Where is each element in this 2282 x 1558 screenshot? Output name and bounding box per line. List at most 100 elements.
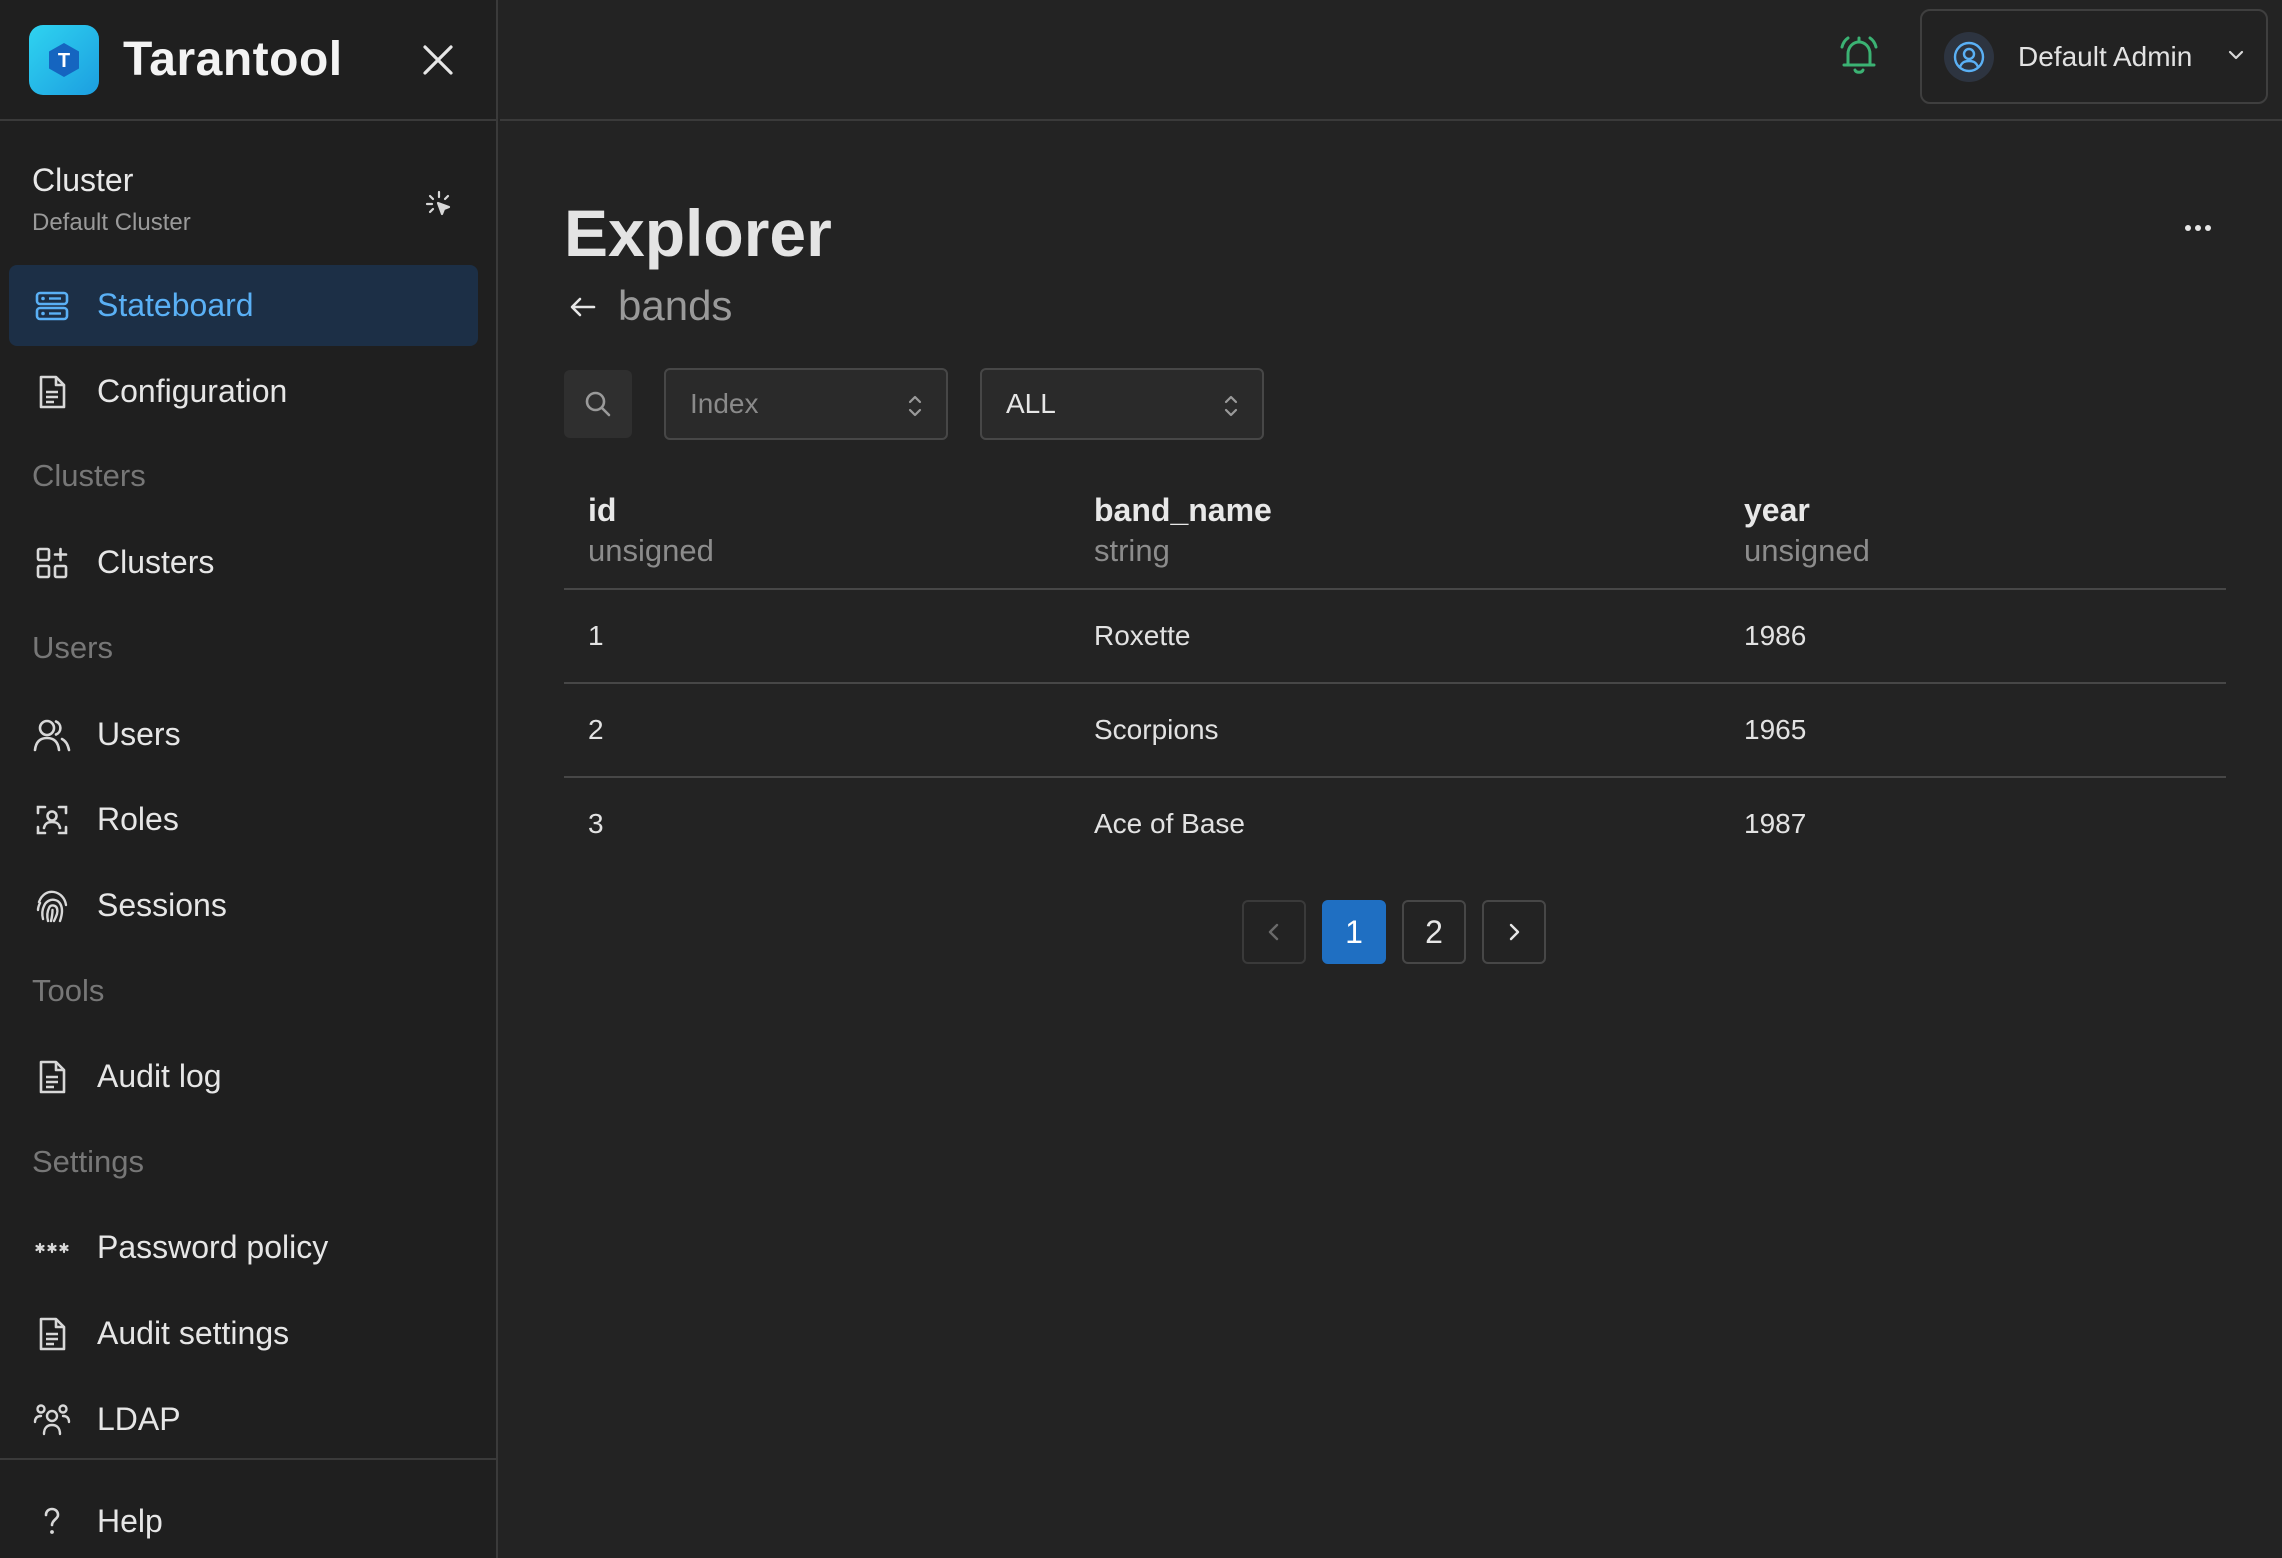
page-button-2[interactable]: 2 bbox=[1402, 900, 1466, 964]
table-cell: 3 bbox=[588, 808, 604, 839]
users-icon bbox=[33, 716, 71, 754]
more-horizontal-icon bbox=[2185, 225, 2211, 231]
column-type: unsigned bbox=[588, 533, 714, 568]
sidebar-item-configuration[interactable]: Configuration bbox=[9, 351, 478, 432]
grid-add-icon bbox=[33, 544, 71, 582]
notifications-button[interactable] bbox=[1831, 28, 1887, 84]
column-header-year[interactable]: year unsigned bbox=[1744, 492, 1870, 569]
iterator-select[interactable]: ALL bbox=[980, 368, 1264, 440]
user-menu[interactable]: Default Admin bbox=[1920, 9, 2268, 104]
document-icon bbox=[33, 1058, 71, 1096]
space-name: bands bbox=[618, 282, 733, 329]
table-cell: Ace of Base bbox=[1094, 808, 1245, 839]
server-icon bbox=[33, 287, 71, 325]
sidebar-item-label: Audit settings bbox=[97, 1315, 290, 1351]
column-header-band-name[interactable]: band_name string bbox=[1094, 492, 1272, 569]
chevron-down-icon bbox=[2226, 45, 2246, 65]
page-button-1[interactable]: 1 bbox=[1322, 900, 1386, 964]
sidebar-item-audit-settings[interactable]: Audit settings bbox=[9, 1293, 478, 1374]
column-name: year bbox=[1744, 492, 1810, 528]
document-icon bbox=[33, 373, 71, 411]
table-cell: 1 bbox=[588, 620, 604, 651]
sidebar-item-label: Sessions bbox=[97, 887, 227, 923]
sparkle-cursor-icon bbox=[425, 190, 451, 216]
app-name: Tarantool bbox=[123, 33, 343, 86]
table-cell: 1987 bbox=[1744, 808, 1807, 839]
sidebar-item-password-policy[interactable]: Password policy bbox=[9, 1207, 478, 1288]
sidebar-item-label: Help bbox=[97, 1503, 163, 1539]
search-icon bbox=[585, 391, 611, 417]
sidebar-divider bbox=[0, 1458, 498, 1460]
sidebar-item-stateboard[interactable]: Stateboard bbox=[9, 265, 478, 346]
sidebar-item-users[interactable]: Users bbox=[9, 694, 478, 775]
next-page-button[interactable] bbox=[1482, 900, 1546, 964]
close-icon bbox=[423, 45, 453, 75]
updown-chevrons-icon bbox=[1222, 392, 1240, 420]
page-title: Explorer bbox=[564, 196, 832, 270]
sidebar-item-label: Stateboard bbox=[97, 287, 254, 323]
table-row[interactable]: 1 Roxette 1986 bbox=[564, 590, 2226, 684]
cluster-title: Cluster bbox=[32, 162, 134, 198]
sidebar-item-label: LDAP bbox=[97, 1401, 181, 1437]
user-name: Default Admin bbox=[2018, 40, 2193, 72]
section-label-clusters: Clusters bbox=[32, 458, 146, 493]
updown-chevrons-icon bbox=[906, 392, 924, 420]
pagination: 1 2 bbox=[1242, 900, 1546, 964]
group-icon bbox=[33, 1401, 71, 1439]
sidebar-item-label: Password policy bbox=[97, 1229, 329, 1265]
cluster-selector[interactable]: Cluster Default Cluster bbox=[32, 162, 462, 242]
table-cell: 2 bbox=[588, 714, 604, 745]
table-cell: Roxette bbox=[1094, 620, 1191, 651]
brand-header: T Tarantool bbox=[0, 0, 496, 121]
tarantool-logo[interactable]: T bbox=[29, 24, 99, 95]
column-name: id bbox=[588, 492, 617, 528]
sidebar-item-label: Clusters bbox=[97, 544, 215, 580]
role-badge-icon bbox=[33, 801, 71, 839]
avatar bbox=[1944, 31, 1994, 82]
document-icon bbox=[33, 1315, 71, 1353]
iterator-select-value: ALL bbox=[1006, 388, 1056, 419]
column-header-id[interactable]: id unsigned bbox=[588, 492, 714, 569]
cluster-switch-button[interactable] bbox=[417, 182, 461, 226]
data-table: id unsigned band_name string year unsign… bbox=[564, 478, 2226, 872]
cluster-subtitle: Default Cluster bbox=[32, 209, 191, 236]
table-header: id unsigned band_name string year unsign… bbox=[564, 478, 2226, 590]
chevron-right-icon bbox=[1509, 923, 1520, 941]
sidebar-item-label: Configuration bbox=[97, 373, 288, 409]
sidebar-item-ldap[interactable]: LDAP bbox=[9, 1379, 478, 1460]
table-row[interactable]: 3 Ace of Base 1987 bbox=[564, 778, 2226, 872]
close-sidebar-button[interactable] bbox=[414, 36, 462, 84]
sidebar-item-help[interactable]: Help bbox=[9, 1481, 478, 1558]
search-button[interactable] bbox=[564, 370, 632, 438]
sidebar-item-clusters[interactable]: Clusters bbox=[9, 522, 478, 603]
back-button[interactable] bbox=[566, 290, 600, 324]
index-select-placeholder: Index bbox=[690, 388, 759, 419]
alarm-bell-icon bbox=[1840, 36, 1878, 74]
sidebar-item-sessions[interactable]: Sessions bbox=[9, 865, 478, 946]
section-label-settings: Settings bbox=[32, 1144, 145, 1179]
fingerprint-icon bbox=[33, 887, 71, 925]
table-cell: 1986 bbox=[1744, 620, 1807, 651]
table-row[interactable]: 2 Scorpions 1965 bbox=[564, 684, 2226, 778]
index-select[interactable]: Index bbox=[664, 368, 948, 440]
sidebar-item-roles[interactable]: Roles bbox=[9, 779, 478, 860]
section-label-users: Users bbox=[32, 630, 113, 665]
table-cell: 1965 bbox=[1744, 714, 1807, 745]
column-type: string bbox=[1094, 533, 1170, 568]
sidebar-item-audit-log[interactable]: Audit log bbox=[9, 1036, 478, 1117]
previous-page-button[interactable] bbox=[1242, 900, 1306, 964]
sidebar-item-label: Audit log bbox=[97, 1058, 222, 1094]
column-type: unsigned bbox=[1744, 533, 1870, 568]
table-cell: Scorpions bbox=[1094, 714, 1219, 745]
sidebar: T Tarantool Cluster Default Cluster Stat… bbox=[0, 0, 498, 1558]
more-options-button[interactable] bbox=[2172, 210, 2224, 246]
password-dots-icon bbox=[33, 1229, 71, 1267]
section-label-tools: Tools bbox=[32, 973, 105, 1008]
column-name: band_name bbox=[1094, 492, 1272, 528]
sidebar-item-label: Roles bbox=[97, 801, 179, 837]
user-circle-icon bbox=[1953, 41, 1985, 72]
arrow-left-icon bbox=[570, 297, 596, 317]
sidebar-item-label: Users bbox=[97, 716, 181, 752]
chevron-left-icon bbox=[1268, 923, 1279, 941]
question-icon bbox=[33, 1503, 71, 1541]
